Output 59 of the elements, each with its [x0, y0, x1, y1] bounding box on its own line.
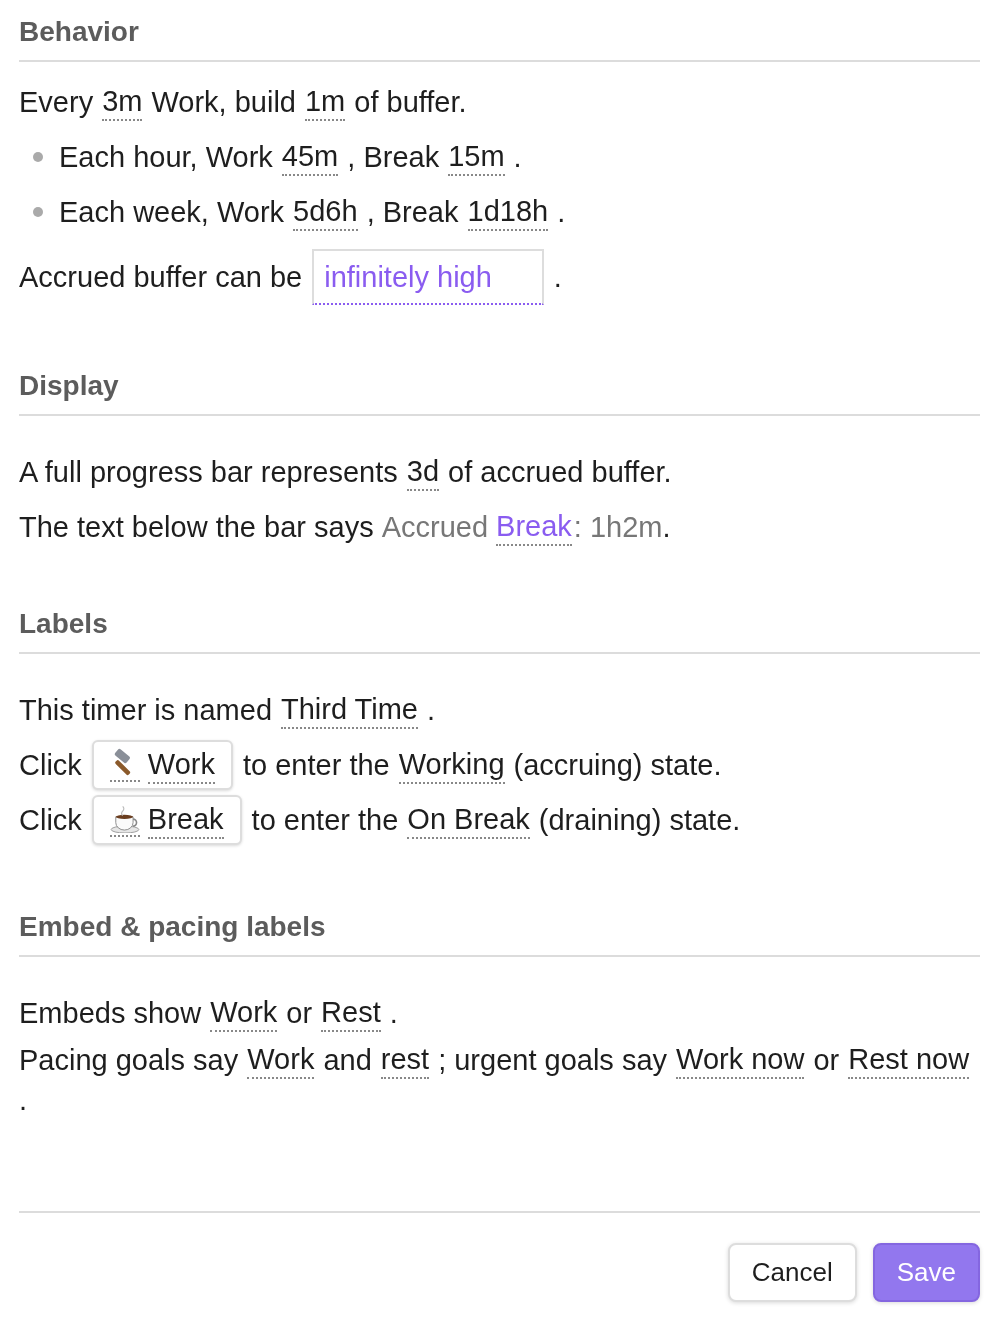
label-text: ; urgent goals say: [438, 1043, 668, 1078]
editable-value[interactable]: Break: [496, 507, 572, 546]
editable-value[interactable]: 1d18h: [467, 192, 549, 231]
editable-value[interactable]: 3d: [406, 452, 440, 491]
label-text: Work, build: [151, 84, 296, 120]
label-text: .: [19, 1083, 28, 1118]
state-button[interactable]: Break: [91, 794, 242, 845]
label-text: .: [513, 139, 522, 175]
section-heading: Embed & pacing labels: [19, 909, 980, 957]
label-text: Embeds show: [19, 995, 202, 1031]
label-text: .: [427, 692, 436, 728]
label-text: Each week, Work: [59, 194, 285, 230]
label-text: Click: [19, 802, 82, 838]
label-text: Click: [19, 747, 82, 783]
label-text: to enter the: [251, 802, 399, 838]
editable-value[interactable]: Working: [398, 745, 505, 784]
editable-value[interactable]: 15m: [448, 137, 505, 176]
section-heading: Display: [19, 368, 980, 416]
label-text: , Break: [366, 194, 459, 230]
editable-value[interactable]: Work: [247, 1041, 315, 1079]
label-text: or: [813, 1043, 840, 1078]
cancel-button[interactable]: Cancel: [727, 1243, 857, 1302]
label-text: Each hour, Work: [59, 139, 273, 175]
select-field[interactable]: infinitely high: [312, 249, 544, 305]
section-heading: Labels: [19, 606, 980, 654]
label-text: (accruing) state.: [513, 747, 722, 783]
label-text: .: [389, 995, 398, 1031]
label-text: of accrued buffer.: [448, 454, 672, 490]
label-text: .: [662, 509, 671, 545]
label-text: Every: [19, 84, 94, 120]
label-text: of buffer.: [354, 84, 467, 120]
label-text: Accrued buffer can be: [19, 260, 303, 295]
editable-value[interactable]: Work now: [676, 1041, 805, 1079]
hammer-icon: [109, 747, 140, 782]
editable-value[interactable]: Third Time: [281, 690, 418, 729]
label-text: and: [323, 1043, 372, 1078]
label-text: .: [553, 260, 562, 295]
label-text: A full progress bar represents: [19, 454, 398, 490]
label-text: or: [286, 995, 313, 1031]
editable-value[interactable]: 5d6h: [293, 192, 358, 231]
editable-value[interactable]: 3m: [102, 82, 143, 121]
label-text: , Break: [347, 139, 440, 175]
label-text: (draining) state.: [538, 802, 741, 838]
editable-value[interactable]: On Break: [407, 800, 530, 839]
editable-value[interactable]: Work: [210, 993, 278, 1032]
label-text: Pacing goals say: [19, 1043, 239, 1078]
editable-value[interactable]: rest: [380, 1041, 430, 1079]
label-text: to enter the: [243, 747, 390, 783]
state-button[interactable]: Work: [91, 739, 233, 790]
section-heading: Behavior: [19, 14, 980, 62]
editable-value[interactable]: Rest: [321, 993, 381, 1032]
preview-text: : 1h2m: [573, 509, 663, 545]
editable-value[interactable]: 45m: [281, 137, 339, 176]
editable-value[interactable]: Rest now: [848, 1041, 970, 1079]
label-text: This timer is named: [19, 692, 272, 728]
label-text: The text below the bar says: [19, 509, 375, 545]
editable-value[interactable]: 1m: [304, 82, 346, 121]
label-text: .: [557, 194, 566, 230]
preview-text: Accrued: [381, 509, 489, 545]
